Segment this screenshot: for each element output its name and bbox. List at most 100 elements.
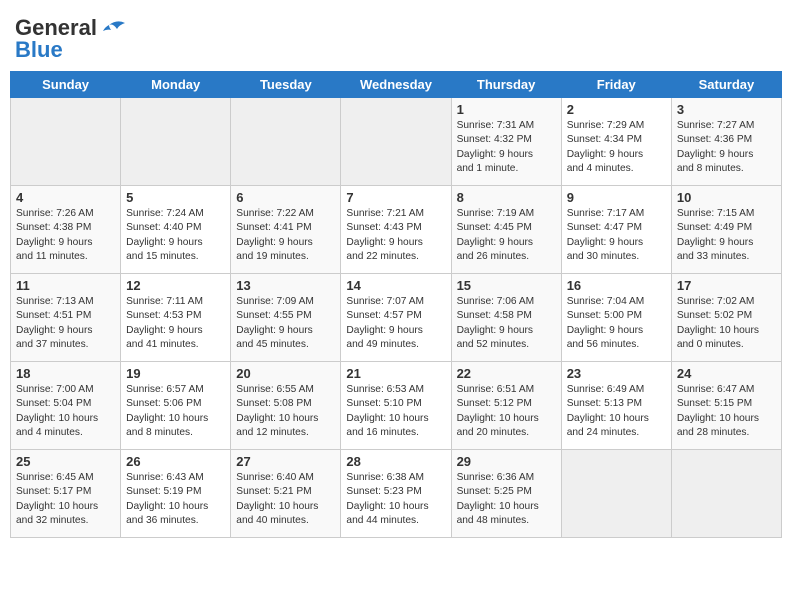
calendar-cell: 8Sunrise: 7:19 AM Sunset: 4:45 PM Daylig… — [451, 186, 561, 274]
calendar-cell: 4 Sunrise: 7:26 AM Sunset: 4:38 PM Daylig… — [11, 186, 121, 274]
calendar-cell: 2 Sunrise: 7:29 AM Sunset: 4:34 PM Daylig… — [561, 98, 671, 186]
header-tuesday: Tuesday — [231, 72, 341, 98]
day-number: 28 — [346, 454, 445, 469]
calendar-cell: 22 Sunrise: 6:51 AM Sunset: 5:12 PM Dayli… — [451, 362, 561, 450]
calendar-cell: 3Sunrise: 7:27 AM Sunset: 4:36 PM Daylig… — [671, 98, 781, 186]
day-info: Sunrise: 7:26 AM Sunset: 4:38 PM Dayligh… — [16, 207, 115, 264]
day-info: Sunrise: 6:40 AM Sunset: 5:21 PM Dayligh… — [236, 471, 335, 528]
day-info: Sunrise: 7:17 AM Sunset: 4:47 PM Dayligh… — [567, 207, 666, 264]
day-number: 21 — [346, 366, 445, 381]
calendar-cell: 27 Sunrise: 6:40 AM Sunset: 5:21 PM Dayli… — [231, 450, 341, 538]
day-number: 23 — [567, 366, 666, 381]
calendar-cell: 1Sunrise: 7:31 AM Sunset: 4:32 PM Daylig… — [451, 98, 561, 186]
day-info: Sunrise: 6:38 AM Sunset: 5:23 PM Dayligh… — [346, 471, 445, 528]
day-info: Sunrise: 6:47 AM Sunset: 5:15 PM Dayligh… — [677, 383, 776, 440]
day-number: 22 — [457, 366, 556, 381]
day-info: Sunrise: 6:51 AM Sunset: 5:12 PM Dayligh… — [457, 383, 556, 440]
calendar-cell: 10 Sunrise: 7:15 AM Sunset: 4:49 PM Dayli… — [671, 186, 781, 274]
day-info: Sunrise: 6:43 AM Sunset: 5:19 PM Dayligh… — [126, 471, 225, 528]
day-number: 13 — [236, 278, 335, 293]
calendar-cell — [341, 98, 451, 186]
day-number: 8 — [457, 190, 556, 205]
calendar-cell: 17 Sunrise: 7:02 AM Sunset: 5:02 PM Dayli… — [671, 274, 781, 362]
day-number: 4 — [16, 190, 115, 205]
calendar-cell: 14Sunrise: 7:07 AM Sunset: 4:57 PM Dayli… — [341, 274, 451, 362]
header-friday: Friday — [561, 72, 671, 98]
day-number: 18 — [16, 366, 115, 381]
calendar-cell: 13 Sunrise: 7:09 AM Sunset: 4:55 PM Dayli… — [231, 274, 341, 362]
day-number: 10 — [677, 190, 776, 205]
calendar-cell: 23 Sunrise: 6:49 AM Sunset: 5:13 PM Dayli… — [561, 362, 671, 450]
page-header: General Blue — [10, 10, 782, 63]
day-info: Sunrise: 7:06 AM Sunset: 4:58 PM Dayligh… — [457, 295, 556, 352]
logo-bird-icon — [99, 17, 127, 39]
calendar-cell — [11, 98, 121, 186]
day-info: Sunrise: 6:57 AM Sunset: 5:06 PM Dayligh… — [126, 383, 225, 440]
logo: General Blue — [15, 15, 127, 63]
day-number: 17 — [677, 278, 776, 293]
day-info: Sunrise: 7:02 AM Sunset: 5:02 PM Dayligh… — [677, 295, 776, 352]
day-number: 19 — [126, 366, 225, 381]
calendar-cell — [121, 98, 231, 186]
day-info: Sunrise: 6:45 AM Sunset: 5:17 PM Dayligh… — [16, 471, 115, 528]
header-sunday: Sunday — [11, 72, 121, 98]
header-thursday: Thursday — [451, 72, 561, 98]
day-number: 15 — [457, 278, 556, 293]
calendar-cell: 24 Sunrise: 6:47 AM Sunset: 5:15 PM Dayli… — [671, 362, 781, 450]
day-info: Sunrise: 7:31 AM Sunset: 4:32 PM Dayligh… — [457, 119, 556, 176]
calendar-cell: 5Sunrise: 7:24 AM Sunset: 4:40 PM Daylig… — [121, 186, 231, 274]
day-number: 16 — [567, 278, 666, 293]
calendar-cell: 7 Sunrise: 7:21 AM Sunset: 4:43 PM Daylig… — [341, 186, 451, 274]
day-info: Sunrise: 6:53 AM Sunset: 5:10 PM Dayligh… — [346, 383, 445, 440]
day-info: Sunrise: 7:09 AM Sunset: 4:55 PM Dayligh… — [236, 295, 335, 352]
calendar-cell: 25 Sunrise: 6:45 AM Sunset: 5:17 PM Dayli… — [11, 450, 121, 538]
calendar-table: SundayMondayTuesdayWednesdayThursdayFrid… — [10, 71, 782, 538]
day-number: 9 — [567, 190, 666, 205]
calendar-header-row: SundayMondayTuesdayWednesdayThursdayFrid… — [11, 72, 782, 98]
day-info: Sunrise: 6:49 AM Sunset: 5:13 PM Dayligh… — [567, 383, 666, 440]
day-info: Sunrise: 7:24 AM Sunset: 4:40 PM Dayligh… — [126, 207, 225, 264]
day-info: Sunrise: 7:29 AM Sunset: 4:34 PM Dayligh… — [567, 119, 666, 176]
day-number: 29 — [457, 454, 556, 469]
day-number: 7 — [346, 190, 445, 205]
day-number: 26 — [126, 454, 225, 469]
day-info: Sunrise: 7:07 AM Sunset: 4:57 PM Dayligh… — [346, 295, 445, 352]
day-number: 12 — [126, 278, 225, 293]
logo-text-blue: Blue — [15, 37, 63, 63]
calendar-cell: 16 Sunrise: 7:04 AM Sunset: 5:00 PM Dayli… — [561, 274, 671, 362]
calendar-week-4: 18 Sunrise: 7:00 AM Sunset: 5:04 PM Dayli… — [11, 362, 782, 450]
calendar-cell: 6Sunrise: 7:22 AM Sunset: 4:41 PM Daylig… — [231, 186, 341, 274]
header-wednesday: Wednesday — [341, 72, 451, 98]
day-number: 6 — [236, 190, 335, 205]
calendar-cell: 28 Sunrise: 6:38 AM Sunset: 5:23 PM Dayli… — [341, 450, 451, 538]
day-info: Sunrise: 7:15 AM Sunset: 4:49 PM Dayligh… — [677, 207, 776, 264]
calendar-cell: 9 Sunrise: 7:17 AM Sunset: 4:47 PM Daylig… — [561, 186, 671, 274]
calendar-week-2: 4 Sunrise: 7:26 AM Sunset: 4:38 PM Daylig… — [11, 186, 782, 274]
day-number: 27 — [236, 454, 335, 469]
calendar-cell: 11 Sunrise: 7:13 AM Sunset: 4:51 PM Dayli… — [11, 274, 121, 362]
calendar-cell: 18 Sunrise: 7:00 AM Sunset: 5:04 PM Dayli… — [11, 362, 121, 450]
calendar-cell — [671, 450, 781, 538]
calendar-cell: 12 Sunrise: 7:11 AM Sunset: 4:53 PM Dayli… — [121, 274, 231, 362]
calendar-week-3: 11 Sunrise: 7:13 AM Sunset: 4:51 PM Dayli… — [11, 274, 782, 362]
day-number: 3 — [677, 102, 776, 117]
day-number: 24 — [677, 366, 776, 381]
calendar-cell: 21 Sunrise: 6:53 AM Sunset: 5:10 PM Dayli… — [341, 362, 451, 450]
day-number: 20 — [236, 366, 335, 381]
calendar-cell: 19 Sunrise: 6:57 AM Sunset: 5:06 PM Dayli… — [121, 362, 231, 450]
calendar-cell: 15 Sunrise: 7:06 AM Sunset: 4:58 PM Dayli… — [451, 274, 561, 362]
calendar-cell — [231, 98, 341, 186]
calendar-week-5: 25 Sunrise: 6:45 AM Sunset: 5:17 PM Dayli… — [11, 450, 782, 538]
day-number: 25 — [16, 454, 115, 469]
calendar-cell: 29 Sunrise: 6:36 AM Sunset: 5:25 PM Dayli… — [451, 450, 561, 538]
day-info: Sunrise: 7:04 AM Sunset: 5:00 PM Dayligh… — [567, 295, 666, 352]
day-number: 11 — [16, 278, 115, 293]
day-info: Sunrise: 6:36 AM Sunset: 5:25 PM Dayligh… — [457, 471, 556, 528]
day-number: 2 — [567, 102, 666, 117]
day-info: Sunrise: 7:21 AM Sunset: 4:43 PM Dayligh… — [346, 207, 445, 264]
day-info: Sunrise: 7:13 AM Sunset: 4:51 PM Dayligh… — [16, 295, 115, 352]
day-info: Sunrise: 7:00 AM Sunset: 5:04 PM Dayligh… — [16, 383, 115, 440]
header-monday: Monday — [121, 72, 231, 98]
header-saturday: Saturday — [671, 72, 781, 98]
day-info: Sunrise: 7:11 AM Sunset: 4:53 PM Dayligh… — [126, 295, 225, 352]
